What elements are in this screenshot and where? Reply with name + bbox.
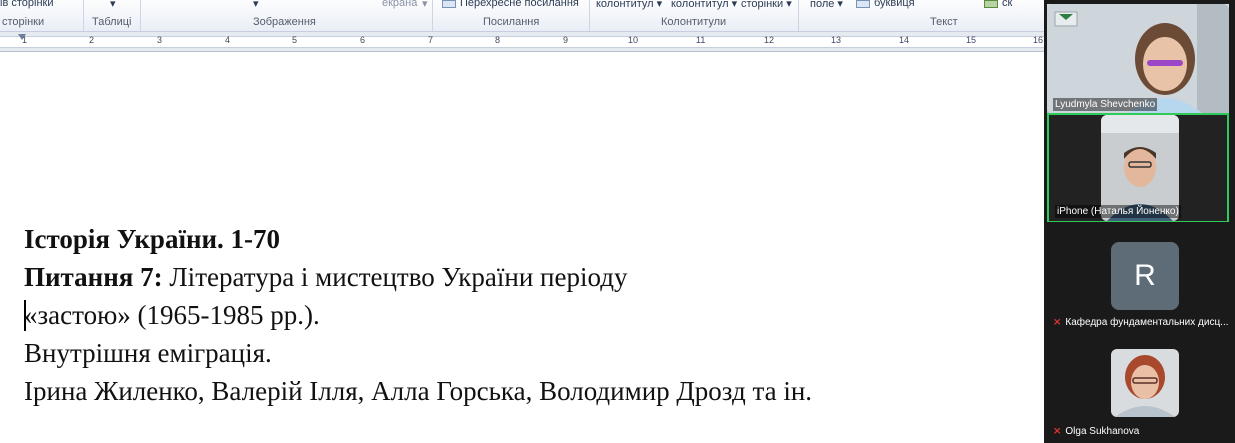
ribbon-item-drop-cap[interactable]: буквиця — [874, 0, 915, 9]
ruler-number: 1 — [22, 35, 28, 45]
doc-question-label: Питання 7: — [24, 262, 163, 292]
ruler-number: 3 — [157, 35, 163, 45]
participant-avatar: R — [1111, 242, 1179, 310]
doc-line-period: «застою» (1965-1985 рр.). — [24, 300, 320, 330]
participant-tile[interactable]: R ⨯ Кафедра фундаментальних дисц... — [1047, 222, 1229, 332]
participant-video — [1111, 349, 1179, 417]
ruler-number: 2 — [89, 35, 95, 45]
ruler-number: 12 — [764, 35, 775, 45]
ruler-number: 15 — [966, 35, 977, 45]
group-label-text: Текст — [930, 16, 958, 28]
ribbon-item-object[interactable]: ск — [1002, 0, 1012, 9]
document-page[interactable]: Історія України. 1-70 Питання 7: Літерат… — [0, 53, 1044, 443]
participant-tile[interactable]: Lyudmyla Shevchenko — [1047, 4, 1229, 114]
participant-tile[interactable]: ⨯ Olga Sukhanova — [1047, 331, 1229, 441]
ribbon-item-screenshot[interactable]: екрана — [382, 0, 417, 9]
participant-tile-active-speaker[interactable]: iPhone (Наталья Йоненко) — [1047, 113, 1229, 223]
doc-question-text: Література і мистецтво України періоду — [162, 262, 628, 292]
ruler-number: 4 — [225, 35, 231, 45]
ribbon-separator — [140, 0, 141, 31]
ruler-number: 11 — [696, 35, 706, 45]
participant-name: Lyudmyla Shevchenko — [1053, 98, 1158, 111]
group-label-headers-footers: Колонтитули — [661, 16, 727, 28]
horizontal-ruler[interactable]: 1 2 3 4 5 6 7 8 9 10 11 12 13 14 15 16 — [0, 32, 1044, 52]
ruler-number: 16 — [1033, 35, 1044, 45]
header-label: колонтитул — [596, 0, 654, 10]
object-icon — [984, 0, 998, 8]
ruler-number: 8 — [495, 35, 501, 45]
participant-label: ⨯ Olga Sukhanova — [1053, 426, 1139, 437]
doc-title: Історія України. 1-70 — [24, 224, 281, 254]
group-label-tables: Таблиці — [92, 16, 132, 28]
ruler-number: 7 — [428, 35, 434, 45]
ruler-number: 14 — [899, 35, 910, 45]
footer-label: колонтитул — [671, 0, 729, 10]
group-label-pages: сторінки — [2, 16, 45, 28]
doc-line-emigration: Внутрішня еміграція. — [24, 338, 272, 368]
microphone-muted-icon: ⨯ — [1053, 426, 1062, 437]
ribbon-item-field[interactable]: поле ▾ — [810, 0, 843, 10]
ribbon-separator — [432, 0, 433, 31]
ruler-number: 10 — [628, 35, 639, 45]
text-caret — [24, 300, 26, 331]
chevron-down-icon[interactable]: ▾ — [253, 0, 259, 10]
chevron-down-icon[interactable]: ▾ — [422, 0, 428, 10]
ribbon-separator — [798, 0, 799, 31]
participant-label: ⨯ Кафедра фундаментальних дисц... — [1053, 317, 1229, 328]
word-ribbon: ів сторінки ▾ ▾ екрана ▾ Перехресне поси… — [0, 0, 1044, 32]
drop-cap-icon — [856, 0, 870, 8]
page-number-label: сторінки — [741, 0, 784, 10]
ribbon-item-header[interactable]: колонтитул ▾ — [596, 0, 662, 10]
ribbon-item-cross-reference[interactable]: Перехресне посилання — [460, 0, 579, 9]
ruler-number: 6 — [360, 35, 366, 45]
ruler-number: 5 — [292, 35, 298, 45]
participant-name: iPhone (Наталья Йоненко) — [1055, 205, 1181, 218]
ribbon-item-page-breaks[interactable]: ів сторінки — [0, 0, 53, 9]
ribbon-separator — [83, 0, 84, 31]
field-label: поле — [810, 0, 835, 10]
chevron-down-icon[interactable]: ▾ — [110, 0, 116, 10]
ruler-number: 13 — [831, 35, 842, 45]
ribbon-separator — [589, 0, 590, 31]
participant-name: Olga Sukhanova — [1065, 426, 1140, 437]
participant-name: Кафедра фундаментальних дисц... — [1065, 317, 1229, 328]
cross-reference-icon — [442, 0, 456, 8]
doc-question-line: Питання 7: Література і мистецтво Україн… — [24, 261, 627, 293]
microphone-muted-icon: ⨯ — [1053, 317, 1062, 328]
ribbon-item-page-number[interactable]: сторінки ▾ — [741, 0, 792, 10]
group-label-images: Зображення — [253, 16, 316, 28]
ruler-number: 9 — [563, 35, 569, 45]
ribbon-item-footer[interactable]: колонтитул ▾ — [671, 0, 737, 10]
participants-panel: Lyudmyla Shevchenko iPhone (Наталья Йоне… — [1044, 0, 1235, 443]
group-label-links: Посилання — [483, 16, 540, 28]
doc-line-names: Ірина Жиленко, Валерій Ілля, Алла Горськ… — [24, 376, 813, 406]
